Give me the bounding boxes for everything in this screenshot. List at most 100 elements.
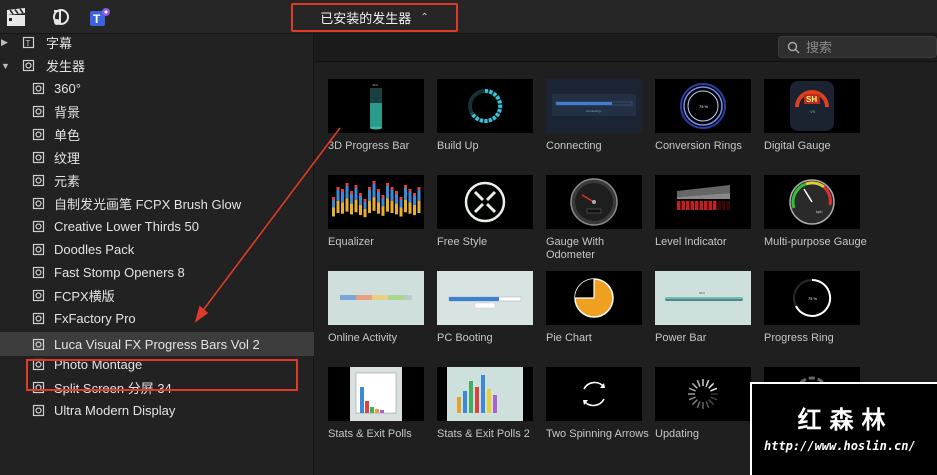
generator-thumbnail[interactable]: 49% xyxy=(328,79,424,133)
svg-text:VS: VS xyxy=(810,109,816,114)
generator-thumbnail[interactable]: kph xyxy=(764,175,860,229)
generator-tile-label: Level Indicator xyxy=(655,236,727,248)
generator-tile-label: PC Booting xyxy=(437,332,493,344)
generator-tile[interactable]: Level Indicator xyxy=(655,175,751,249)
sidebar-generator-item[interactable]: 单色 xyxy=(0,123,314,146)
generator-tile[interactable]: 75 % Conversion Rings xyxy=(655,79,751,153)
generator-thumbnail[interactable] xyxy=(328,367,424,421)
sidebar-generator-item[interactable]: Ultra Modern Display xyxy=(0,399,314,422)
titles-generators-icon[interactable]: T xyxy=(89,7,111,27)
generator-icon xyxy=(32,312,45,325)
search-input[interactable] xyxy=(806,39,926,55)
generator-tile[interactable]: PC Booting xyxy=(437,271,533,345)
sidebar-item-label: Creative Lower Thirds 50 xyxy=(54,219,199,234)
generator-tile-label: Pie Chart xyxy=(546,332,592,344)
svg-text:kph: kph xyxy=(816,209,822,214)
sidebar-generator-item[interactable]: Doodles Pack xyxy=(0,238,314,261)
generator-icon xyxy=(32,266,45,279)
generator-tile-label: Power Bar xyxy=(655,332,707,344)
sidebar-generator-item[interactable]: 自制发光画笔 FCPX Brush Glow xyxy=(0,192,314,215)
generators-dropdown[interactable]: 已安装的发生器 ⌃ xyxy=(291,3,458,32)
generator-thumbnail[interactable]: 75 % xyxy=(764,271,860,325)
generator-thumbnail[interactable] xyxy=(437,79,533,133)
generator-icon xyxy=(32,381,45,394)
svg-text:49%: 49% xyxy=(372,83,378,87)
generator-tile[interactable]: Free Style xyxy=(437,175,533,249)
sidebar-generator-item[interactable]: 纹理 xyxy=(0,146,314,169)
generator-thumbnail[interactable] xyxy=(546,271,642,325)
generator-tile-label: Equalizer xyxy=(328,236,374,248)
generator-tile[interactable]: Build Up xyxy=(437,79,533,153)
generator-icon xyxy=(32,151,45,164)
generator-tile[interactable]: Equalizer xyxy=(328,175,424,249)
generator-thumbnail[interactable] xyxy=(655,367,751,421)
generator-tile-label: Two Spinning Arrows xyxy=(546,428,649,440)
generator-tile-label: Free Style xyxy=(437,236,488,248)
watermark: 红森林 http://www.hoslin.cn/ xyxy=(750,382,937,475)
disclosure-triangle-icon[interactable]: ▶ xyxy=(1,37,11,48)
sidebar-item-generators[interactable]: ▼ 发生器 xyxy=(0,54,314,77)
generator-tile[interactable]: Stats & Exit Polls xyxy=(328,367,424,441)
sidebar-generator-item[interactable]: FCPX横版 xyxy=(0,284,314,307)
generator-tile[interactable]: 75 % Progress Ring xyxy=(764,271,860,345)
sidebar-generator-item[interactable]: Creative Lower Thirds 50 xyxy=(0,215,314,238)
generator-thumbnail[interactable] xyxy=(328,271,424,325)
generator-thumbnail[interactable]: 75 % xyxy=(655,79,751,133)
svg-text:75 %: 75 % xyxy=(699,104,709,109)
sidebar-item-label: FCPX横版 xyxy=(54,289,115,304)
generator-thumbnail[interactable]: SH VS xyxy=(764,79,860,133)
generator-thumbnail[interactable]: 96% xyxy=(655,271,751,325)
generator-tile[interactable]: Pie Chart xyxy=(546,271,642,345)
generator-tile[interactable]: Stats & Exit Polls 2 xyxy=(437,367,533,441)
sidebar-generator-item[interactable]: FxFactory Pro xyxy=(0,307,314,330)
generator-thumbnail[interactable] xyxy=(437,175,533,229)
sidebar-generator-item[interactable]: Split Screen 分屏 34 xyxy=(0,376,314,399)
generator-tile-label: Multi-purpose Gauge xyxy=(764,236,867,248)
disclosure-triangle-icon[interactable]: ▼ xyxy=(1,61,11,71)
svg-text:75 %: 75 % xyxy=(808,296,818,301)
music-photo-icon[interactable] xyxy=(49,7,71,27)
sidebar-generator-item[interactable]: 背景 xyxy=(0,100,314,123)
clapper-icon[interactable] xyxy=(5,7,27,27)
generator-thumbnail[interactable] xyxy=(437,271,533,325)
generator-tile-label: Build Up xyxy=(437,140,479,152)
sidebar-generator-item[interactable]: 360° xyxy=(0,77,314,100)
generator-thumbnail[interactable] xyxy=(437,367,533,421)
sidebar-item-label: 发生器 xyxy=(46,59,86,74)
watermark-logo: 红森林 xyxy=(797,406,894,434)
generator-tile-label: Gauge With Odometer xyxy=(546,236,605,261)
generator-thumbnail[interactable] xyxy=(655,175,751,229)
search-field[interactable] xyxy=(778,36,937,58)
generator-tile[interactable]: Two Spinning Arrows xyxy=(546,367,649,441)
generator-tile[interactable]: Online Activity xyxy=(328,271,424,345)
generator-thumbnail[interactable] xyxy=(546,175,642,229)
sidebar-item-label: Photo Montage xyxy=(54,357,143,372)
sidebar-generator-item[interactable]: 元素 xyxy=(0,169,314,192)
svg-text:96%: 96% xyxy=(699,291,705,295)
dropdown-label: 已安装的发生器 xyxy=(320,11,412,26)
generator-tile[interactable]: Gauge With Odometer xyxy=(546,175,642,262)
sidebar-item-label: 360° xyxy=(54,81,81,96)
generator-tile[interactable]: SH VS Digital Gauge xyxy=(764,79,860,153)
toolbar: T 已安装的发生器 ⌃ xyxy=(0,0,937,34)
generator-icon xyxy=(32,174,45,187)
sidebar-item-label: 纹理 xyxy=(54,151,81,166)
sidebar-item-label: 自制发光画笔 FCPX Brush Glow xyxy=(54,197,242,212)
generator-tile[interactable]: 96% Power Bar xyxy=(655,271,751,345)
generator-tile[interactable]: connecting... Connecting xyxy=(546,79,642,153)
generator-tile[interactable]: Updating xyxy=(655,367,751,441)
generator-tile[interactable]: kph Multi-purpose Gauge xyxy=(764,175,867,249)
watermark-url: http://www.hoslin.cn/ xyxy=(764,439,916,453)
sidebar-item-label: Luca Visual FX Progress Bars Vol 2 xyxy=(54,336,260,352)
sidebar-generator-item[interactable]: Photo Montage xyxy=(0,353,314,376)
generator-tile[interactable]: 49% 3D Progress Bar xyxy=(328,79,424,153)
sidebar-item-label: Doodles Pack xyxy=(54,242,135,257)
sidebar-generator-item[interactable]: Fast Stomp Openers 8 xyxy=(0,261,314,284)
sidebar-item-label: Ultra Modern Display xyxy=(54,403,176,418)
sidebar-item-titles[interactable]: ▶ T 字幕 xyxy=(0,31,314,54)
generator-icon xyxy=(32,82,45,95)
generator-thumbnail[interactable] xyxy=(328,175,424,229)
generator-thumbnail[interactable]: connecting... xyxy=(546,79,642,133)
generator-thumbnail[interactable] xyxy=(546,367,642,421)
generator-tile-label: Online Activity xyxy=(328,332,398,344)
